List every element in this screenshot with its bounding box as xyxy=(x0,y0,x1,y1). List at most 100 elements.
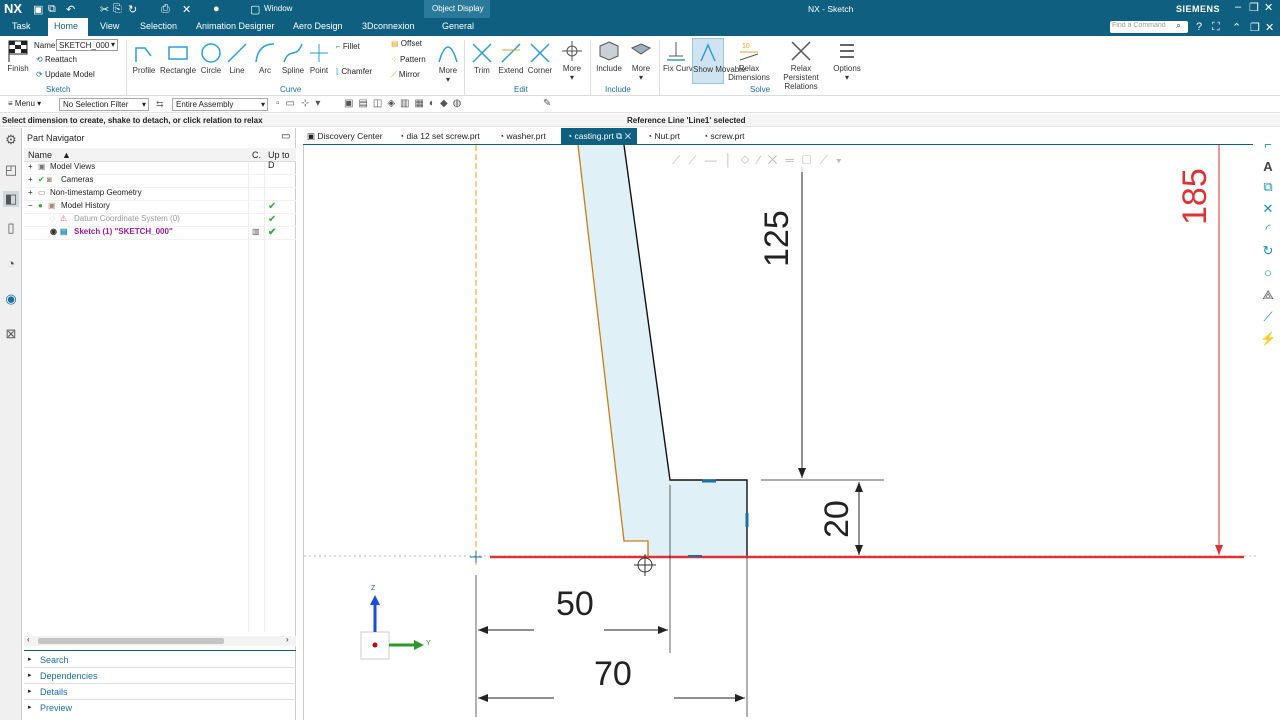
panel-search[interactable]: ▸ Search xyxy=(24,653,296,668)
offset-button[interactable]: ▤ Offset xyxy=(391,39,422,48)
dimension-50-label[interactable]: 50 xyxy=(556,585,594,624)
fullscreen-icon[interactable]: ⛶ xyxy=(1212,21,1220,34)
curve-more-button[interactable]: More ▾ xyxy=(436,40,460,84)
chamfer-button[interactable]: ⌊ Chamfer xyxy=(336,67,372,76)
include-button[interactable]: Include xyxy=(594,40,624,73)
expand-icon[interactable]: + xyxy=(28,162,33,171)
save-icon[interactable]: ▣ xyxy=(33,3,43,16)
print-icon[interactable]: ⎙ xyxy=(161,3,170,16)
restore-icon[interactable]: ❐ xyxy=(1249,1,1259,14)
window-menu[interactable]: Window xyxy=(264,4,292,13)
tab-selection[interactable]: Selection xyxy=(140,21,177,31)
mic-icon[interactable]: ● xyxy=(213,3,220,15)
relax-dimensions-button[interactable]: 10 Relax Dimensions xyxy=(728,40,770,82)
update-model-button[interactable]: ⟳ Update Model xyxy=(36,70,95,79)
paste-icon[interactable]: ⧉ xyxy=(48,3,56,16)
tab-view[interactable]: View xyxy=(100,21,119,31)
spline-button[interactable]: Spline xyxy=(280,42,306,75)
tab-home[interactable]: Home xyxy=(48,18,88,36)
arc-button[interactable]: Arc xyxy=(254,42,276,75)
show-movable-button[interactable]: Show Movable xyxy=(692,38,745,84)
expand-icon[interactable]: + xyxy=(28,175,33,184)
tab-washer[interactable]: ◔ washer.prt xyxy=(499,131,546,141)
help-icon[interactable]: ? xyxy=(1196,21,1202,33)
filter-icon[interactable]: ⇆ xyxy=(156,99,164,110)
options-button[interactable]: Options ▾ xyxy=(832,40,862,82)
tab-task[interactable]: Task xyxy=(12,21,31,31)
point-button[interactable]: Point xyxy=(308,42,330,75)
panel-dependencies[interactable]: ▸ Dependencies xyxy=(24,669,296,684)
sketch-tool-icon[interactable]: ⌐ xyxy=(1260,137,1276,153)
circle-button[interactable]: Circle xyxy=(198,42,224,75)
rectangle-button[interactable]: Rectangle xyxy=(160,42,196,75)
lightning-icon[interactable]: ⚡ xyxy=(1260,331,1276,347)
mirror-button[interactable]: ⟋ Mirror xyxy=(391,70,420,80)
tab-general[interactable]: General xyxy=(442,21,474,31)
pattern-button[interactable]: ⁘ Pattern xyxy=(391,55,426,64)
reattach-button[interactable]: ⟲ Reattach xyxy=(36,55,77,64)
cut-icon[interactable]: ✂ xyxy=(100,3,109,16)
tab-animation-designer[interactable]: Animation Designer xyxy=(196,21,275,31)
tab-nut[interactable]: ◔ Nut.prt xyxy=(647,131,680,141)
corner-button[interactable]: Corner xyxy=(526,42,554,75)
selection-filter-dropdown[interactable]: No Selection Filter ▾ xyxy=(59,98,149,111)
snap-icons[interactable]: ▫▭⊹▾ xyxy=(276,98,326,109)
roles-icon[interactable]: ⊠ xyxy=(3,326,19,342)
fix-curve-button[interactable]: Fix Curve xyxy=(663,40,697,73)
tab-dia-12-set-screw[interactable]: ◔ dia 12 set screw.prt xyxy=(399,131,480,141)
tree-row-cameras[interactable]: + ✔ ◙ Cameras xyxy=(24,175,296,188)
scope-dropdown[interactable]: Entire Assembly ▾ xyxy=(172,98,268,111)
relax-persistent-relations-button[interactable]: Relax Persistent Relations xyxy=(772,40,830,91)
sketch-name-field[interactable]: SKETCH_000 ▾ xyxy=(56,39,118,51)
arc-tool-icon[interactable]: ◜ xyxy=(1260,221,1276,237)
menu-button[interactable]: ≡ Menu ▾ xyxy=(8,99,41,108)
selection-tools-icons[interactable]: ▣▤◫◈▥▦◐◆◍ xyxy=(344,98,466,109)
expand-icon[interactable]: + xyxy=(28,188,33,197)
window-icon[interactable]: ▢ xyxy=(250,3,260,16)
close-icon[interactable]: ✕ xyxy=(1264,1,1273,14)
tab-3dconnexion[interactable]: 3Dconnexion xyxy=(362,21,415,31)
delete-icon[interactable]: ✕ xyxy=(182,3,191,16)
minimize-icon[interactable]: – xyxy=(1235,1,1241,13)
maximize-icon[interactable]: ▭ xyxy=(281,131,290,142)
tab-casting[interactable]: ◔ casting.prt ⧉ ✕ xyxy=(561,128,638,145)
scroll-right-icon[interactable]: › xyxy=(286,635,289,644)
tree-row-non-timestamp[interactable]: + ▭ Non-timestamp Geometry xyxy=(24,188,296,201)
column-c[interactable]: C. xyxy=(252,150,261,160)
search-icon[interactable]: ⌕ xyxy=(1176,20,1181,31)
dimension-185-label[interactable]: 185 xyxy=(1176,168,1215,225)
scrollbar-thumb[interactable] xyxy=(38,638,224,644)
text-annotation-icon[interactable]: A xyxy=(1260,159,1276,175)
tab-discovery-center[interactable]: ▣ Discovery Center xyxy=(307,131,383,142)
tree-row-model-views[interactable]: + ▣ Model Views xyxy=(24,162,296,175)
panel-details[interactable]: ▸ Details xyxy=(24,685,296,700)
float-tab-icon[interactable]: ⧉ xyxy=(616,131,622,141)
pencil-icon[interactable]: ✎ xyxy=(543,98,551,109)
horizontal-scrollbar[interactable]: ‹ › xyxy=(24,635,296,646)
tab-aero-design[interactable]: Aero Design xyxy=(293,21,343,31)
repeat-icon[interactable]: ↻ xyxy=(128,3,137,16)
triangle-tool-icon[interactable]: ⟁ xyxy=(1260,287,1276,303)
trim-tool-icon[interactable]: ✕ xyxy=(1260,201,1276,217)
mini-close-icon[interactable]: ✕ xyxy=(1265,21,1274,34)
trim-button[interactable]: Trim xyxy=(470,42,494,75)
scroll-left-icon[interactable]: ‹ xyxy=(27,635,30,644)
context-tab-object-display[interactable]: Object Display xyxy=(424,0,490,18)
part-navigator-icon[interactable]: ◧ xyxy=(3,191,19,207)
circle-tool-icon[interactable]: ○ xyxy=(1260,265,1276,281)
profile-button[interactable]: Profile xyxy=(130,42,158,75)
line-tool-icon[interactable]: ⟋ xyxy=(1260,309,1276,325)
panel-preview[interactable]: ▸ Preview xyxy=(24,701,296,716)
tree-row-datum[interactable]: ◌ ⚠ Datum Coordinate System (0) ✔ xyxy=(24,214,296,227)
mini-restore-icon[interactable]: ❐ xyxy=(1250,21,1260,34)
collapse-icon[interactable]: − xyxy=(28,201,33,210)
finish-button[interactable]: Finish xyxy=(6,40,30,73)
include-more-button[interactable]: More ▾ xyxy=(628,40,654,82)
up-arrow-icon[interactable]: ⌃ xyxy=(1232,21,1241,34)
dimension-125-label[interactable]: 125 xyxy=(758,210,797,267)
close-tab-icon[interactable]: ✕ xyxy=(625,131,631,141)
tab-screw[interactable]: ◔ screw.prt xyxy=(703,131,745,141)
web-browser-icon[interactable]: ◉ xyxy=(3,291,19,307)
edit-more-button[interactable]: More ▾ xyxy=(560,40,584,82)
history-icon[interactable]: ◔ xyxy=(3,256,19,272)
